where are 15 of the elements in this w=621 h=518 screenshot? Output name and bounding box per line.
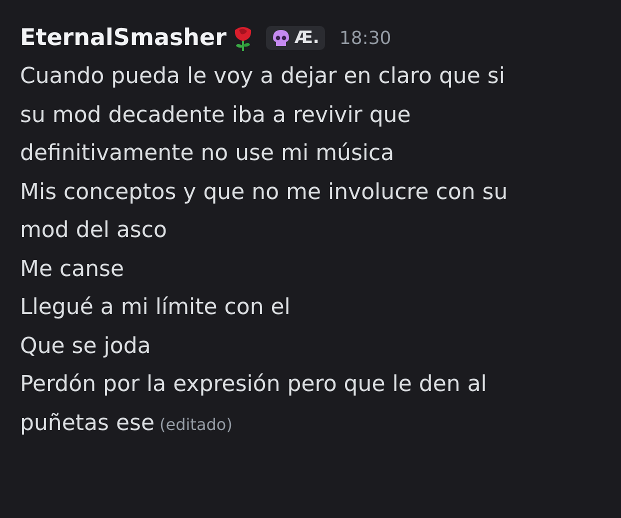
timestamp: 18:30	[339, 28, 392, 48]
message-text: su mod decadente iba a revivir que	[20, 102, 412, 130]
message-text: Cuando pueda le voy a dejar en claro que si	[20, 63, 506, 91]
message-text: Que se joda	[20, 332, 152, 360]
message-text: mod del asco	[20, 217, 168, 245]
skull-icon	[272, 29, 290, 47]
message-text: Perdón por la expresión pero que le den al	[20, 371, 488, 399]
username[interactable]: EternalSmasher	[20, 25, 226, 51]
server-tag[interactable]: Æ.	[266, 26, 326, 50]
edited-label: (editado)	[159, 414, 232, 434]
message-text: Mis conceptos y que no me involucre con su	[20, 178, 509, 206]
message-text: puñetas ese	[20, 410, 154, 436]
message-text: Llegué a mi límite con el	[20, 294, 292, 322]
message-text: Me canse	[20, 256, 126, 284]
message-text: definitivamente no use mi música	[20, 140, 396, 168]
